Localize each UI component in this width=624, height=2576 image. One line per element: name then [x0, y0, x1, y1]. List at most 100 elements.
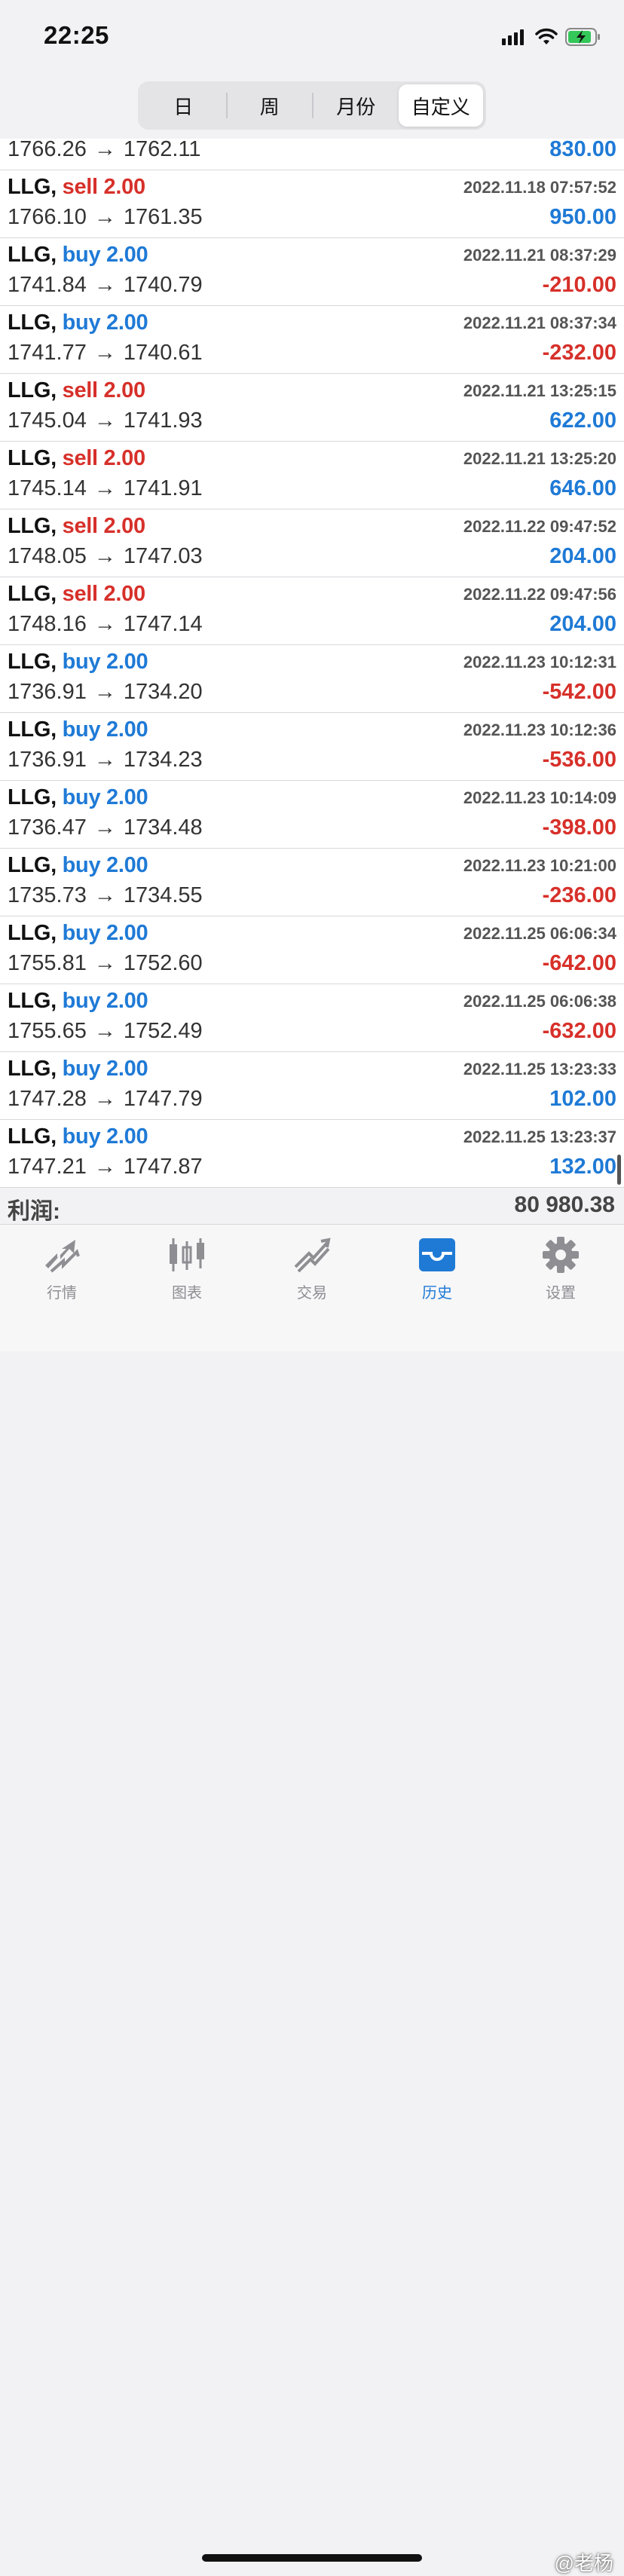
symbol-name: LLG, [8, 378, 57, 402]
trade-side: sell 2.00 [63, 446, 145, 470]
trade-datetime: 2022.11.22 09:47:52 [463, 517, 616, 536]
profit-amount: -210.00 [542, 273, 616, 297]
period-month-tab[interactable]: 月份 [314, 84, 399, 127]
tab-settings[interactable]: 设置 [515, 1232, 606, 1308]
trade-row[interactable]: LLG, buy 2.00 2022.11.25 13:23:37 1747.21 →… [0, 1120, 624, 1188]
symbol-name: LLG, [8, 446, 57, 470]
open-price: 1747.28 [8, 1087, 87, 1111]
trade-side: sell 2.00 [63, 582, 145, 606]
close-price: 1734.20 [123, 680, 203, 704]
volume: 2.00 [103, 446, 146, 470]
open-price: 1745.04 [8, 408, 87, 433]
home-indicator[interactable] [202, 2554, 422, 2562]
volume: 2.00 [106, 853, 148, 877]
close-price: 1747.03 [123, 544, 203, 568]
arrow-icon: → [93, 476, 116, 500]
volume: 2.00 [106, 921, 148, 945]
trade-symbol: LLG, sell 2.00 [8, 582, 145, 607]
volume: 2.00 [106, 989, 148, 1013]
symbol-name: LLG, [8, 785, 57, 809]
trade-row[interactable]: LLG, sell 2.00 2022.11.18 07:57:52 1766.10… [0, 170, 624, 238]
trade-icon [294, 1238, 331, 1273]
arrow-icon: → [93, 1019, 116, 1043]
tab-charts[interactable]: 图表 [142, 1232, 232, 1308]
trade-row[interactable]: LLG, sell 2.00 2022.11.22 09:47:56 1748.16… [0, 577, 624, 645]
trade-row[interactable]: LLG, buy 2.00 2022.11.23 10:21:00 1735.73 →… [0, 849, 624, 916]
trade-datetime: 2022.11.23 10:12:36 [463, 720, 616, 739]
trade-row[interactable]: LLG, buy 2.00 2022.11.23 10:12:31 1736.91 →… [0, 645, 624, 713]
open-price: 1755.81 [8, 951, 87, 975]
close-price: 1747.87 [123, 1155, 203, 1179]
period-custom-tab[interactable]: 自定义 [398, 84, 483, 127]
price-range: 1755.81 → 1752.60 [8, 951, 203, 976]
trade-row[interactable]: LLG, sell 2.00 2022.11.21 13:25:20 1745.14… [0, 442, 624, 509]
period-selector-wrap: 日 周 月份 自定义 [0, 81, 624, 130]
trade-row[interactable]: LLG, buy 2.00 2022.11.25 06:06:38 1755.65 →… [0, 984, 624, 1052]
profit-amount: -642.00 [542, 951, 616, 975]
price-range: 1741.77 → 1740.61 [8, 341, 203, 366]
price-range: 1755.65 → 1752.49 [8, 1019, 203, 1044]
trade-side: sell 2.00 [63, 175, 145, 199]
close-price: 1740.61 [123, 341, 203, 365]
trade-row[interactable]: LLG, sell 2.00 2022.11.22 09:47:52 1748.05… [0, 509, 624, 577]
arrow-icon: → [93, 1155, 116, 1179]
tab-label: 行情 [47, 1285, 77, 1302]
tab-label: 设置 [546, 1285, 576, 1302]
close-price: 1734.23 [123, 748, 203, 772]
tab-history[interactable]: 历史 [392, 1232, 482, 1308]
trade-row[interactable]: LLG, buy 2.00 2022.11.23 10:14:09 1736.47 →… [0, 781, 624, 849]
side-label: buy [62, 785, 101, 809]
trade-datetime: 2022.11.23 10:21:00 [463, 856, 616, 875]
trade-side: buy 2.00 [63, 650, 148, 674]
price-range: 1748.16 → 1747.14 [8, 612, 203, 637]
arrow-icon: → [93, 139, 116, 161]
profit-amount: 646.00 [549, 476, 616, 500]
profit-amount: 204.00 [549, 544, 616, 568]
symbol-name: LLG, [8, 311, 57, 335]
trade-row[interactable]: LLG, buy 2.00 2022.11.23 10:12:36 1736.91 →… [0, 713, 624, 781]
profit-total: 80 980.38 [514, 1192, 615, 1217]
trade-row[interactable]: LLG, sell 2.00 2022.11.21 13:25:15 1745.04… [0, 374, 624, 442]
trade-row[interactable]: LLG, buy 2.00 2022.11.25 13:23:33 1747.28 →… [0, 1052, 624, 1120]
trade-symbol: LLG, sell 2.00 [8, 175, 145, 200]
chart-candles-icon [170, 1238, 204, 1271]
trade-datetime: 2022.11.25 13:23:37 [463, 1127, 616, 1146]
price-range: 1745.14 → 1741.91 [8, 476, 203, 501]
tab-quotes[interactable]: 行情 [17, 1232, 107, 1308]
period-day-tab[interactable]: 日 [141, 84, 226, 127]
side-label: buy [62, 1057, 101, 1081]
trade-history-list[interactable]: 1766.26 → 1762.11 830.00 LLG, sell 2.00 202… [0, 139, 624, 1224]
open-price: 1741.77 [8, 341, 87, 365]
open-price: 1766.26 [8, 139, 87, 161]
arrow-icon: → [93, 1087, 116, 1111]
open-price: 1736.91 [8, 680, 87, 704]
volume: 2.00 [106, 785, 148, 809]
trade-row-partial[interactable]: 1766.26 → 1762.11 830.00 [0, 139, 624, 170]
trade-side: sell 2.00 [63, 378, 145, 402]
close-price: 1741.93 [123, 408, 203, 433]
trade-row[interactable]: LLG, buy 2.00 2022.11.21 08:37:34 1741.77 →… [0, 306, 624, 374]
symbol-name: LLG, [8, 175, 57, 199]
trade-row[interactable]: LLG, buy 2.00 2022.11.21 08:37:29 1741.84 →… [0, 238, 624, 306]
trade-side: buy 2.00 [63, 785, 148, 809]
volume: 2.00 [106, 717, 148, 742]
tab-trade[interactable]: 交易 [267, 1232, 357, 1308]
tab-label: 历史 [422, 1285, 452, 1302]
trade-symbol: LLG, buy 2.00 [8, 1057, 148, 1081]
price-range: 1766.26 → 1762.11 [8, 139, 201, 162]
open-price: 1736.47 [8, 815, 87, 840]
open-price: 1747.21 [8, 1155, 87, 1179]
watermark: @老杨 [554, 2552, 613, 2574]
trade-side: sell 2.00 [63, 514, 145, 538]
price-range: 1736.91 → 1734.20 [8, 680, 203, 705]
period-week-tab[interactable]: 周 [228, 84, 313, 127]
trade-side: buy 2.00 [63, 853, 148, 877]
trade-symbol: LLG, sell 2.00 [8, 446, 145, 471]
close-price: 1747.14 [123, 612, 203, 636]
trade-symbol: LLG, buy 2.00 [8, 853, 148, 878]
scrollbar[interactable] [617, 1155, 621, 1185]
trade-row[interactable]: LLG, buy 2.00 2022.11.25 06:06:34 1755.81 →… [0, 916, 624, 984]
symbol-name: LLG, [8, 853, 57, 877]
quotes-icon [45, 1240, 80, 1273]
trade-datetime: 2022.11.25 06:06:34 [463, 924, 616, 943]
